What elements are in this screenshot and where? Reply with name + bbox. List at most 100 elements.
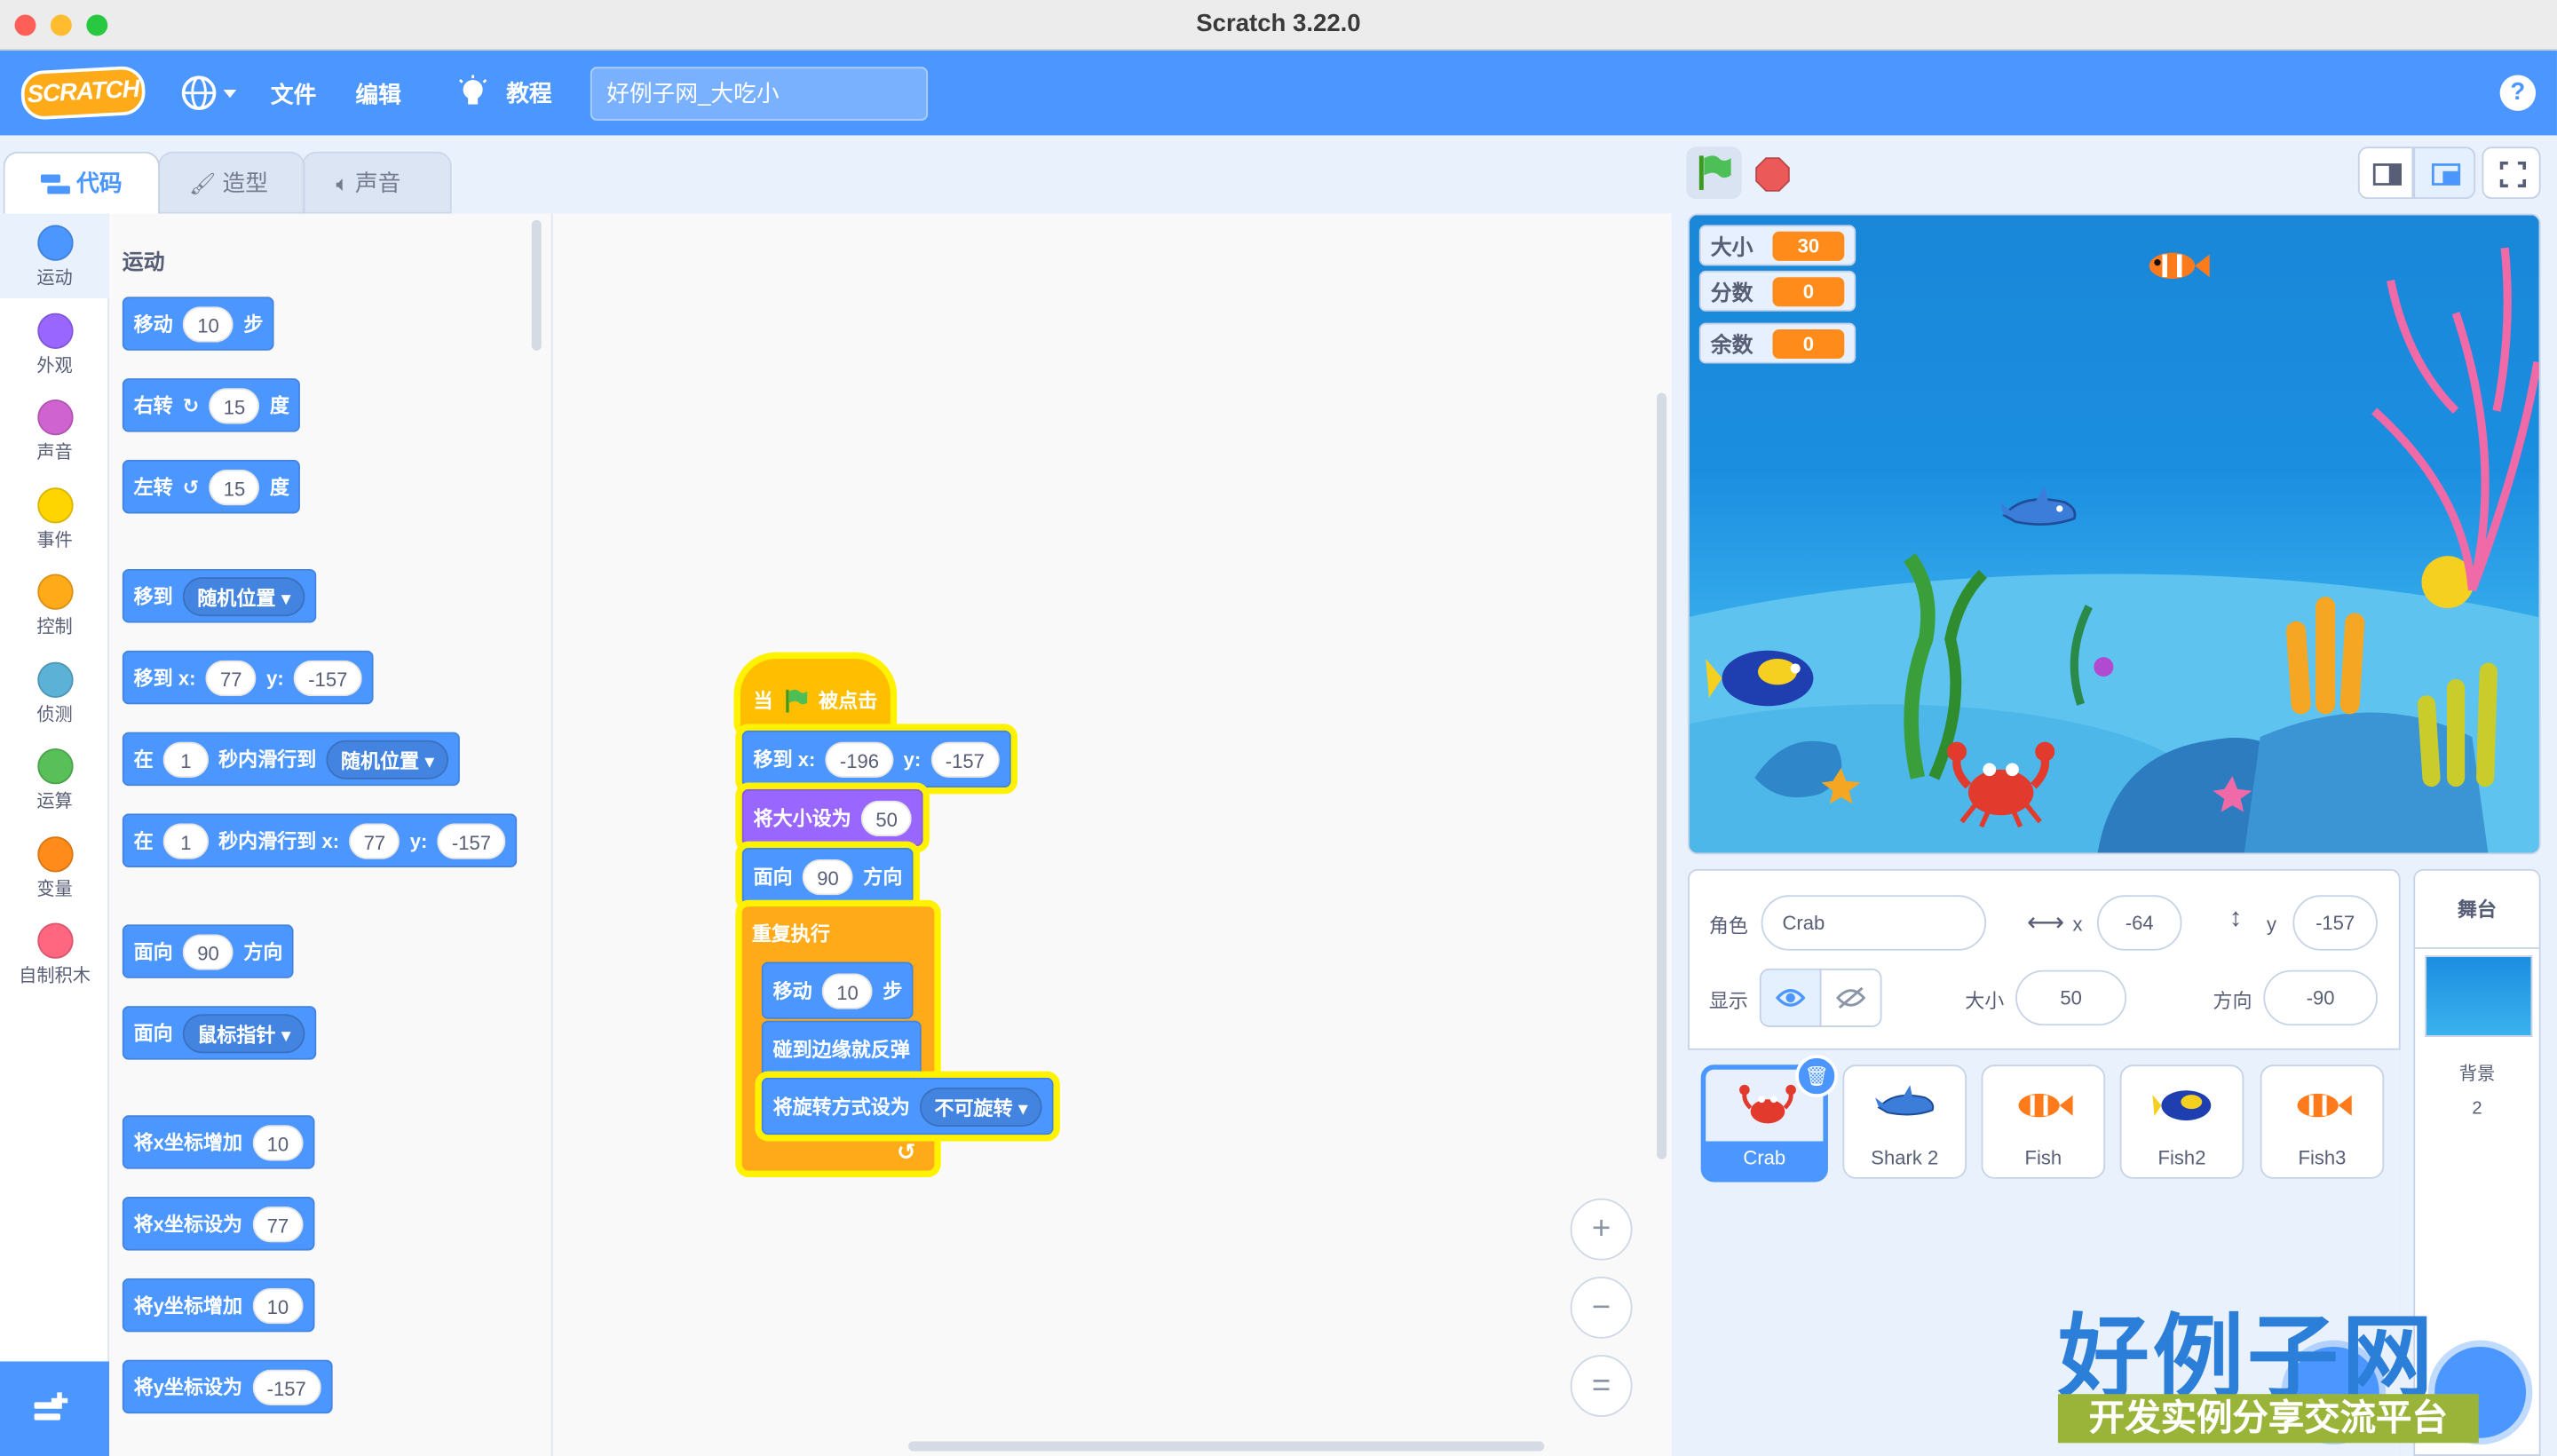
x-input[interactable]: 77	[349, 822, 400, 859]
tab-sounds[interactable]: 🔈︎ 声音	[301, 151, 452, 214]
help-icon[interactable]: ?	[2499, 75, 2537, 111]
tab-code-label: 代码	[76, 169, 123, 196]
category-3[interactable]: 事件	[0, 487, 109, 551]
direction-input[interactable]: 90	[182, 933, 234, 969]
file-menu[interactable]: 文件	[271, 78, 316, 111]
script-vertical-scrollbar[interactable]	[1657, 392, 1667, 1159]
scratch-logo[interactable]: SCRATCH	[20, 65, 146, 121]
script-point-direction-block[interactable]: 面向 90 方向	[741, 847, 914, 906]
rotation-style-dropdown[interactable]: 不可旋转 ▾	[919, 1087, 1043, 1127]
degrees-input[interactable]: 15	[209, 387, 260, 423]
degrees-input[interactable]: 15	[209, 468, 260, 505]
size-input[interactable]: 50	[2015, 969, 2127, 1026]
edit-menu[interactable]: 编辑	[355, 78, 400, 111]
y-input[interactable]: -157	[293, 659, 362, 696]
project-title-input[interactable]: 好例子网_大吃小	[590, 67, 929, 121]
value-input[interactable]: 77	[252, 1206, 304, 1242]
monitor-remainder[interactable]: 余数 0	[1698, 322, 1856, 364]
category-4[interactable]: 控制	[0, 574, 109, 638]
direction-input[interactable]: -90	[2263, 969, 2378, 1026]
green-flag-button[interactable]	[1686, 146, 1742, 200]
script-bounce-block[interactable]: 碰到边缘就反弹	[761, 1020, 922, 1078]
category-7[interactable]: 变量	[0, 835, 109, 900]
category-1[interactable]: 外观	[0, 312, 109, 377]
language-menu[interactable]	[179, 72, 241, 123]
category-5[interactable]: 侦测	[0, 661, 109, 726]
palette-scrollbar[interactable]	[531, 219, 542, 351]
move-steps-block[interactable]: 移动 10 步	[122, 297, 275, 351]
y-input[interactable]: -157	[437, 822, 506, 859]
tutorials-menu[interactable]: 教程	[456, 75, 552, 110]
goto-xy-block[interactable]: 移到 x: 77 y: -157	[122, 650, 374, 705]
script-rotation-style-block[interactable]: 将旋转方式设为 不可旋转 ▾	[761, 1077, 1055, 1136]
towards-dropdown[interactable]: 鼠标指针 ▾	[182, 1013, 306, 1053]
zoom-reset-button[interactable]: =	[1570, 1355, 1633, 1417]
x-input[interactable]: 77	[205, 659, 257, 696]
delete-sprite-icon[interactable]: 🗑︎	[1795, 1055, 1838, 1097]
turn-left-block[interactable]: 左转 ↺ 15 度	[122, 459, 301, 514]
palette-section-title: 运动	[122, 249, 165, 274]
value-input[interactable]: 10	[252, 1286, 304, 1324]
zoom-out-button[interactable]: −	[1570, 1276, 1633, 1339]
category-2[interactable]: 声音	[0, 399, 109, 464]
x-input[interactable]: -196	[825, 740, 894, 778]
dropdown-value: 随机位置	[340, 748, 420, 772]
show-sprite-button[interactable]	[1759, 968, 1822, 1027]
add-extension-button[interactable]	[0, 1361, 110, 1456]
glide-target-dropdown[interactable]: 随机位置 ▾	[326, 739, 449, 779]
y-position-input[interactable]: -157	[2292, 895, 2378, 951]
steps-input[interactable]: 10	[182, 305, 234, 342]
seconds-input[interactable]: 1	[162, 822, 210, 859]
monitor-score[interactable]: 分数 0	[1698, 270, 1856, 312]
goto-target-dropdown[interactable]: 随机位置 ▾	[182, 576, 306, 616]
dropdown-value: 随机位置	[197, 586, 276, 609]
sprite-tile-shark2[interactable]: Shark 2	[1842, 1064, 1967, 1179]
script-area[interactable]	[552, 213, 1672, 1456]
show-label: 显示	[1708, 989, 1748, 1013]
large-stage-button[interactable]	[2413, 146, 2476, 200]
glide-xy-block[interactable]: 在 1 秒内滑行到 x: 77 y: -157	[122, 813, 518, 868]
zoom-in-button[interactable]: +	[1570, 1198, 1633, 1261]
fullscreen-button[interactable]	[2482, 146, 2541, 200]
sprite-tile-fish2[interactable]: Fish2	[2119, 1064, 2244, 1179]
stop-button[interactable]	[1754, 156, 1790, 201]
category-dot-icon	[36, 922, 73, 959]
value-input[interactable]: 10	[252, 1124, 304, 1160]
turn-right-block[interactable]: 右转 ↻ 15 度	[122, 378, 301, 432]
change-y-block[interactable]: 将y坐标增加 10	[122, 1278, 315, 1333]
value-input[interactable]: -157	[252, 1368, 321, 1405]
direction-input[interactable]: 90	[802, 858, 854, 895]
sprite-tile-fish3[interactable]: Fish3	[2260, 1064, 2385, 1179]
set-x-block[interactable]: 将x坐标设为 77	[122, 1196, 315, 1251]
sprite-name-input[interactable]: Crab	[1761, 895, 1987, 951]
script-set-size-block[interactable]: 将大小设为 50	[741, 788, 924, 847]
steps-input[interactable]: 10	[821, 972, 874, 1009]
category-0[interactable]: 运动	[0, 225, 109, 289]
goto-block[interactable]: 移到 随机位置 ▾	[122, 568, 318, 623]
y-input[interactable]: -157	[930, 740, 1000, 778]
sprite-tile-fish[interactable]: Fish	[1981, 1064, 2106, 1179]
script-move-steps-block[interactable]: 移动 10 步	[761, 961, 914, 1019]
glide-block[interactable]: 在 1 秒内滑行到 随机位置 ▾	[122, 732, 461, 787]
category-8[interactable]: 自制积木	[0, 922, 109, 987]
category-6[interactable]: 运算	[0, 748, 109, 813]
set-y-block[interactable]: 将y坐标设为 -157	[122, 1359, 333, 1414]
point-direction-block[interactable]: 面向 90 方向	[122, 924, 295, 978]
size-input[interactable]: 50	[860, 799, 913, 836]
size-label: 大小	[1965, 989, 2005, 1013]
seconds-input[interactable]: 1	[162, 740, 210, 778]
script-horizontal-scrollbar[interactable]	[908, 1441, 1545, 1452]
x-position-input[interactable]: -64	[2096, 895, 2182, 951]
stage-canvas[interactable]: 大小 30 分数 0 余数 0	[1687, 213, 2541, 855]
tab-code[interactable]: 代码	[3, 151, 160, 218]
tab-costumes[interactable]: 🖌︎ 造型	[158, 151, 305, 214]
monitor-size[interactable]: 大小 30	[1698, 225, 1856, 266]
script-goto-xy-block[interactable]: 移到 x: -196 y: -157	[741, 730, 1011, 788]
category-dot-icon	[36, 748, 73, 785]
change-x-block[interactable]: 将x坐标增加 10	[122, 1115, 315, 1169]
zoom-reset-icon: =	[1591, 1367, 1611, 1405]
category-label: 自制积木	[19, 967, 91, 987]
hide-sprite-button[interactable]	[1819, 968, 1882, 1027]
small-stage-button[interactable]	[2357, 146, 2414, 200]
point-towards-block[interactable]: 面向 鼠标指针 ▾	[122, 1006, 318, 1060]
